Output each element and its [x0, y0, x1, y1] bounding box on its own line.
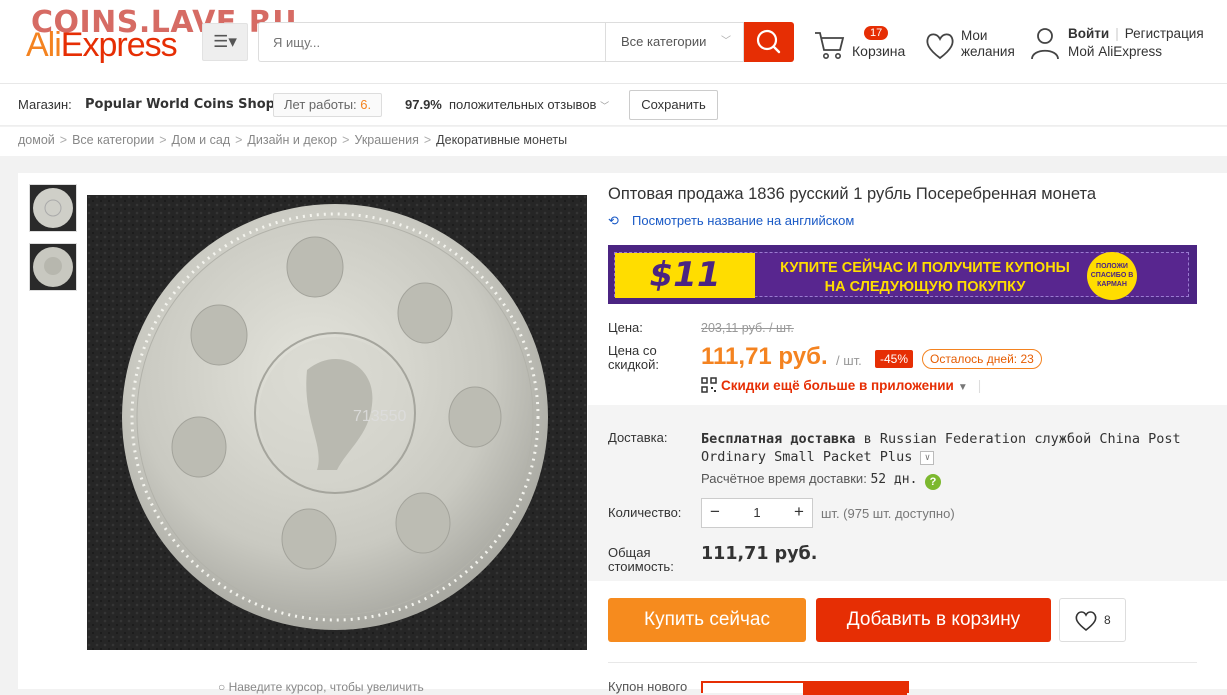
login-link[interactable]: Войти: [1068, 26, 1109, 41]
register-link[interactable]: Регистрация: [1125, 26, 1204, 41]
discount-price-label: Цена со скидкой:: [608, 343, 659, 372]
translate-title-link[interactable]: ⟲ Посмотреть название на английском: [608, 213, 854, 229]
total-price: 111,71 руб.: [701, 544, 818, 564]
quantity-input[interactable]: 1: [728, 499, 786, 527]
store-bar: Магазин: Popular World Coins Shop Лет ра…: [0, 84, 1227, 126]
image-watermark-text: 713550: [353, 408, 406, 425]
wishlist-count: 8: [1104, 613, 1111, 627]
help-icon[interactable]: ?: [925, 474, 942, 490]
discount-badge: -45%: [875, 350, 914, 368]
breadcrumb-item-home-garden[interactable]: Дом и сад: [172, 133, 231, 147]
shipping-info: Бесплатная доставка в Russian Federation…: [701, 431, 1181, 465]
save-store-button[interactable]: Сохранить: [629, 90, 718, 120]
categories-menu-button[interactable]: ☰▾: [202, 23, 248, 61]
price-unit: / шт.: [836, 353, 862, 368]
site-header: AliExpress COINS.LAVE.RU ☰▾ Все категори…: [0, 0, 1227, 84]
add-to-cart-button[interactable]: Добавить в корзину: [816, 598, 1051, 642]
caret-down-icon: ▼: [957, 382, 968, 393]
add-to-wishlist-button[interactable]: 8: [1059, 598, 1126, 642]
shipping-label: Доставка:: [608, 430, 668, 445]
search-input[interactable]: [258, 22, 606, 62]
store-name-link[interactable]: Popular World Coins Shop: [85, 97, 275, 112]
new-user-coupon-label: Купон нового: [608, 679, 688, 694]
breadcrumb-item-current: Декоративные монеты: [436, 133, 568, 147]
chevron-down-icon: ﹀: [600, 101, 610, 111]
app-deal-link[interactable]: Скидки ещё больше в приложении ▼ |: [701, 377, 981, 393]
discount-price: 111,71 руб.: [701, 343, 828, 370]
breadcrumb: домой > Все категории > Дом и сад > Дизайн и д…: [0, 127, 1227, 156]
heart-icon: [1075, 611, 1097, 632]
translate-icon: ⟲: [608, 213, 619, 228]
hamburger-icon: ☰▾: [213, 32, 237, 51]
decrease-quantity-button[interactable]: −: [702, 499, 728, 527]
divider: [608, 662, 1197, 663]
availability-text: шт. (975 шт. доступно): [821, 506, 955, 521]
store-label: Магазин:: [18, 97, 72, 112]
product-title: Оптовая продажа 1836 русский 1 рубль Пос…: [608, 185, 1097, 203]
my-account-link[interactable]: Мой AliExpress: [1068, 44, 1162, 59]
chevron-down-icon: ﹀: [721, 36, 731, 47]
product-info-panel: Оптовая продажа 1836 русский 1 рубль Пос…: [588, 173, 1227, 695]
qr-code-icon: [701, 377, 717, 393]
thumbnail-1[interactable]: [29, 184, 77, 232]
quantity-label: Количество:: [608, 505, 682, 520]
cart-count-badge: 17: [864, 26, 889, 40]
total-label: Общая стоимость:: [608, 545, 674, 574]
user-icon: [1031, 28, 1059, 60]
promo-text: КУПИТЕ СЕЙЧАС И ПОЛУЧИТЕ КУПОНЫ НА СЛЕДУЮ…: [780, 260, 1070, 295]
breadcrumb-item-design-decor[interactable]: Дизайн и декор: [247, 133, 337, 147]
wishlist-link[interactable]: Мои желания: [924, 26, 1024, 66]
cart-icon: [815, 32, 845, 59]
promo-amount: $11: [615, 253, 755, 298]
coupon-promo-banner[interactable]: $11 КУПИТЕ СЕЙЧАС И ПОЛУЧИТЕ КУПОНЫ НА СЛ…: [608, 245, 1197, 304]
category-select[interactable]: Все категории ﹀: [605, 22, 744, 62]
cart-link[interactable]: 17 Корзина: [812, 24, 912, 68]
quantity-stepper: − 1 +: [701, 498, 813, 528]
search-icon: [756, 29, 781, 54]
product-gallery: 713550 ○ Наведите курсор, чтобы увеличит…: [18, 173, 588, 694]
price-label: Цена:: [608, 320, 643, 335]
original-price: 203,11 руб. / шт.: [701, 321, 794, 335]
feedback-percent: 97.9%: [405, 97, 442, 112]
new-user-coupon[interactable]: [701, 681, 909, 695]
delivery-estimate: Расчётное время доставки: 52 дн. ?: [701, 471, 942, 490]
account-menu[interactable]: Войти | Регистрация Мой AliExpress: [1030, 24, 1220, 68]
feedback-dropdown[interactable]: положительных отзывов ﹀: [449, 97, 609, 112]
piggy-bank-badge: ПОЛОЖИ СПАСИБО В КАРМАН: [1087, 252, 1137, 300]
breadcrumb-item-all-categories[interactable]: Все категории: [72, 133, 154, 147]
breadcrumb-item-home[interactable]: домой: [18, 133, 55, 147]
heart-icon: [926, 33, 954, 60]
zoom-hint: ○ Наведите курсор, чтобы увеличить: [218, 680, 424, 694]
buy-now-button[interactable]: Купить сейчас: [608, 598, 806, 642]
thumbnail-2[interactable]: [29, 243, 77, 291]
cart-label: Корзина: [852, 43, 906, 59]
days-left-badge: Осталось дней: 23: [922, 349, 1042, 369]
main-product-image[interactable]: 713550: [87, 195, 587, 650]
search-button[interactable]: [744, 22, 794, 62]
increase-quantity-button[interactable]: +: [786, 499, 812, 527]
store-years-badge: Лет работы: 6.: [273, 93, 383, 117]
magnifier-icon: ○: [218, 680, 229, 694]
shipping-options-dropdown[interactable]: ∨: [920, 451, 935, 465]
breadcrumb-item-ornaments[interactable]: Украшения: [354, 133, 418, 147]
